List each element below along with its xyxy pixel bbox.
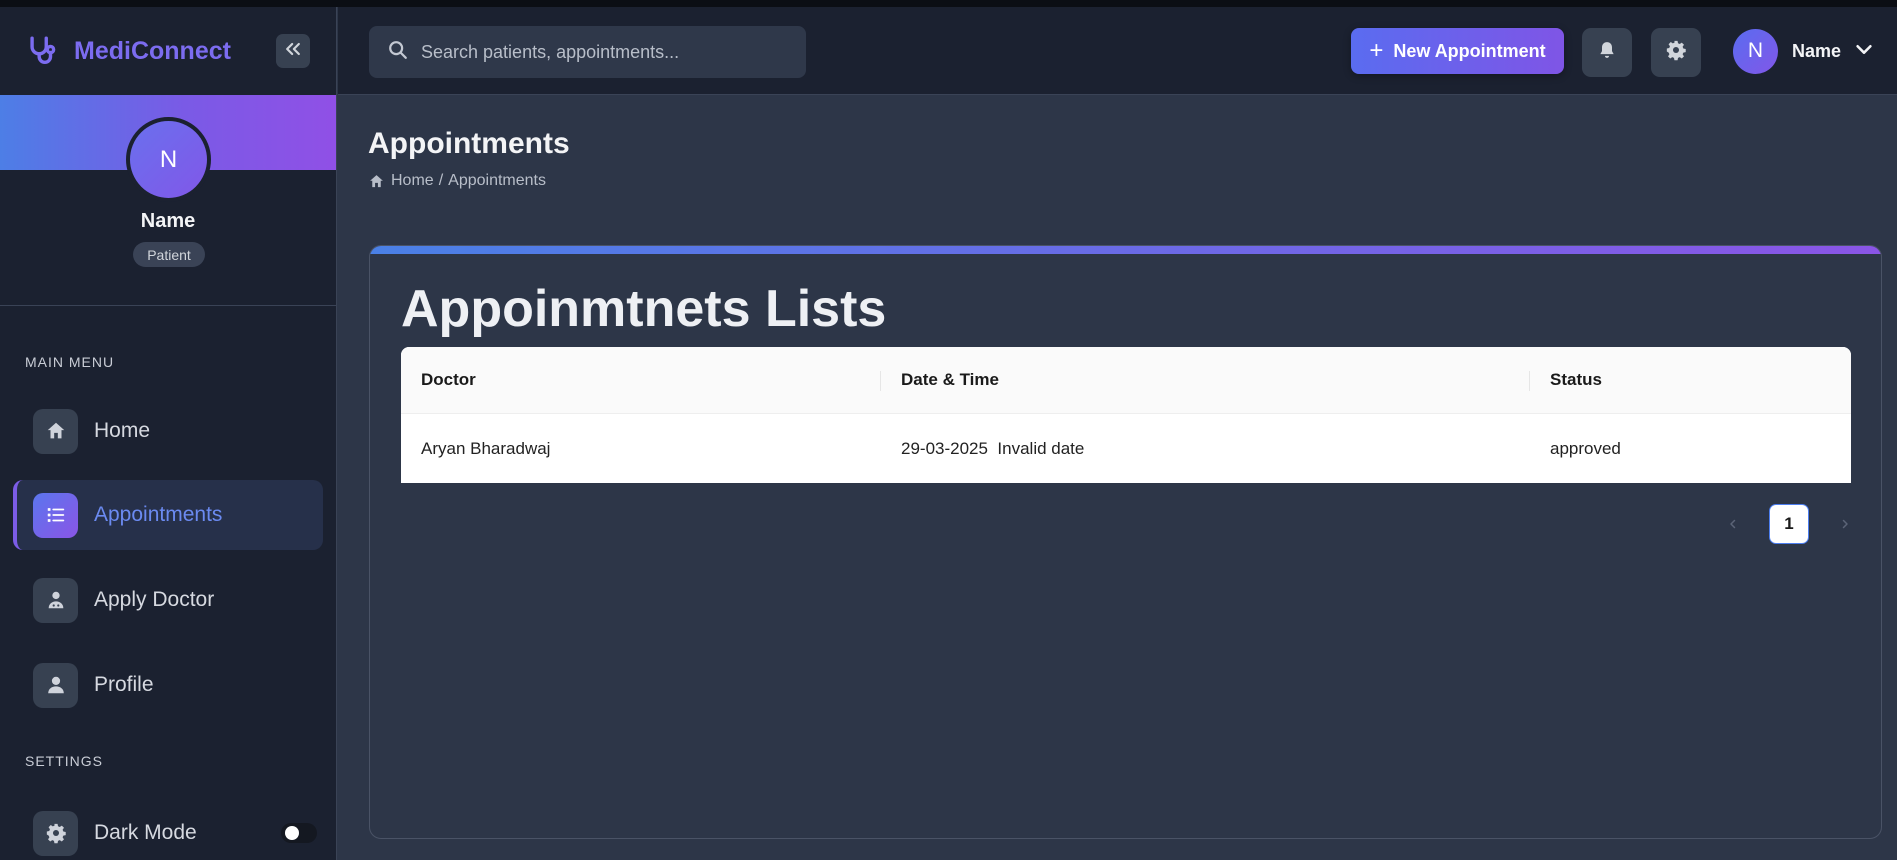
column-header-doctor[interactable]: Doctor [401, 347, 881, 413]
user-icon [33, 662, 78, 708]
home-icon [368, 173, 385, 190]
sidebar-item-profile[interactable]: Profile [13, 650, 323, 720]
card-title: Appoinmtnets Lists [401, 280, 887, 338]
sidebar-item-label: Apply Doctor [94, 588, 215, 611]
sidebar-item-label: Appointments [94, 503, 223, 526]
gear-icon [1665, 39, 1687, 66]
user-menu[interactable]: N Name [1733, 28, 1875, 74]
status-cell: approved [1550, 438, 1621, 458]
stethoscope-icon [24, 33, 60, 69]
page-number-button[interactable]: 1 [1769, 504, 1809, 544]
brand-name: MediConnect [74, 36, 231, 65]
appointments-table: Doctor Date & Time Status Aryan Bharadwa… [401, 347, 1851, 483]
column-header-status[interactable]: Status [1530, 347, 1851, 413]
next-page-button[interactable] [1829, 508, 1861, 540]
search-icon [387, 39, 409, 66]
table-row[interactable]: Aryan Bharadwaj 29-03-2025 Invalid date … [401, 414, 1851, 483]
home-icon [33, 408, 78, 454]
previous-page-button[interactable] [1717, 508, 1749, 540]
main-menu-label: MAIN MENU [25, 354, 115, 370]
profile-name: Name [140, 210, 196, 232]
avatar: N [1733, 28, 1778, 74]
table-header: Doctor Date & Time Status [401, 347, 1851, 414]
sidebar-item-home[interactable]: Home [13, 396, 323, 466]
doctor-icon [33, 577, 78, 623]
sidebar-item-label: Profile [94, 673, 154, 696]
new-appointment-label: New Appointment [1393, 40, 1546, 61]
sidebar-item-apply-doctor[interactable]: Apply Doctor [13, 565, 323, 635]
top-header: + New Appointment N Name [338, 7, 1897, 95]
sidebar-item-label: Dark Mode [94, 821, 197, 844]
notifications-button[interactable] [1582, 28, 1632, 77]
collapse-sidebar-button[interactable] [276, 34, 310, 68]
page-title: Appointments [368, 127, 570, 160]
sidebar-item-label: Home [94, 419, 151, 442]
plus-icon: + [1369, 37, 1384, 64]
breadcrumb-home-link[interactable]: Home [391, 172, 434, 190]
dark-mode-toggle[interactable] [281, 823, 317, 843]
sidebar-item-dark-mode[interactable]: Dark Mode [13, 798, 323, 860]
breadcrumb-current: Appointments [448, 172, 546, 189]
appointments-card: Appoinmtnets Lists Doctor Date & Time St… [369, 245, 1882, 839]
toggle-knob [285, 826, 299, 840]
chevron-down-icon [1853, 38, 1875, 65]
profile-card: N Name Patient [0, 117, 336, 306]
brand[interactable]: MediConnect [0, 7, 336, 95]
search-input[interactable] [421, 41, 781, 63]
list-icon [33, 492, 78, 538]
settings-button[interactable] [1651, 28, 1701, 77]
breadcrumb-separator: / [438, 172, 444, 189]
column-header-date-time[interactable]: Date & Time [881, 347, 1530, 413]
doctor-cell: Aryan Bharadwaj [421, 438, 551, 458]
date-time-cell: 29-03-2025 Invalid date [901, 438, 1085, 458]
card-accent-bar [370, 246, 1881, 254]
gear-icon [33, 810, 78, 856]
sidebar: MediConnect N Name Patient MAIN MENU Hom… [0, 7, 337, 860]
bell-icon [1597, 40, 1617, 65]
search-bar[interactable] [369, 26, 806, 78]
sidebar-item-appointments[interactable]: Appointments [13, 480, 323, 550]
breadcrumb: Home / Appointments [368, 172, 546, 190]
role-badge: Patient [133, 242, 205, 267]
new-appointment-button[interactable]: + New Appointment [1351, 28, 1564, 74]
pagination: 1 [1717, 504, 1861, 544]
user-name: Name [1792, 40, 1842, 61]
profile-avatar[interactable]: N [126, 117, 211, 202]
double-chevron-left-icon [283, 39, 303, 64]
settings-label: SETTINGS [25, 753, 104, 769]
window-top-strip [0, 0, 1897, 7]
